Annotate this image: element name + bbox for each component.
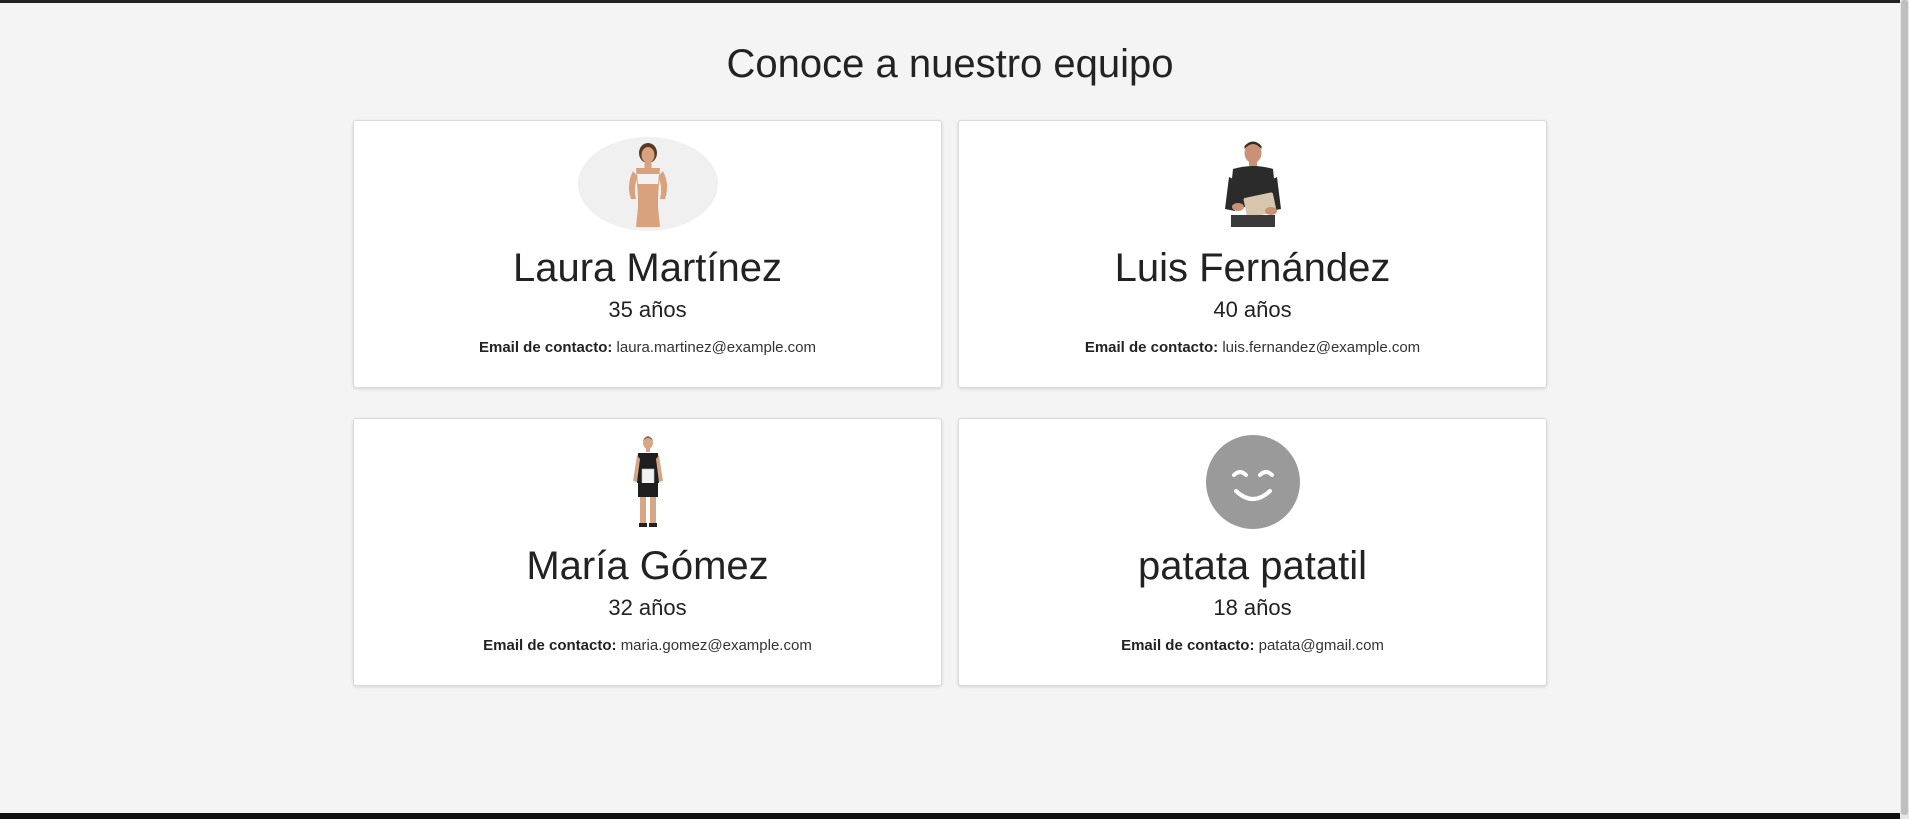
page-title: Conoce a nuestro equipo: [726, 42, 1174, 86]
email-value: luis.fernandez@example.com: [1222, 339, 1421, 356]
vertical-scrollbar[interactable]: [1900, 0, 1909, 819]
email-value: patata@gmail.com: [1258, 637, 1384, 654]
email-value: maria.gomez@example.com: [620, 637, 812, 654]
member-age: 40 años: [1213, 297, 1292, 322]
member-name: patata patatil: [1137, 544, 1368, 588]
member-email: Email de contacto: laura.martinez@exampl…: [479, 339, 816, 356]
member-email: Email de contacto: maria.gomez@example.c…: [483, 637, 812, 654]
man-trainer-photo: [1183, 137, 1323, 231]
member-name: Laura Martínez: [512, 246, 783, 290]
member-age: 35 años: [608, 297, 687, 322]
member-email: Email de contacto: luis.fernandez@exampl…: [1085, 339, 1420, 356]
bottom-bar: [0, 813, 1900, 819]
woman-trainer-photo: [577, 137, 718, 231]
member-email: Email de contacto: patata@gmail.com: [1121, 637, 1384, 654]
team-card: Luis Fernández 40 años Email de contacto…: [958, 120, 1547, 388]
member-name: Luis Fernández: [1114, 246, 1391, 290]
email-label: Email de contacto:: [483, 637, 617, 654]
email-label: Email de contacto:: [479, 339, 613, 356]
member-age: 32 años: [608, 595, 687, 620]
woman-clipboard-photo: [578, 435, 718, 529]
scrollbar-thumb[interactable]: [1901, 0, 1908, 815]
member-name: María Gómez: [526, 544, 769, 588]
member-age: 18 años: [1213, 595, 1292, 620]
email-label: Email de contacto:: [1084, 339, 1219, 356]
team-card: María Gómez 32 años Email de contacto: m…: [353, 418, 942, 686]
page: Conoce a nuestro equipo Laura Martínez 3…: [0, 0, 1909, 819]
smiley-avatar-icon: [1183, 435, 1323, 529]
team-grid: Laura Martínez 35 años Email de contacto…: [353, 120, 1547, 686]
team-card: patata patatil 18 años Email de contacto…: [958, 418, 1547, 686]
email-label: Email de contacto:: [1121, 637, 1255, 654]
top-border: [0, 0, 1900, 3]
email-value: laura.martinez@example.com: [616, 339, 816, 356]
team-card: Laura Martínez 35 años Email de contacto…: [353, 120, 942, 388]
